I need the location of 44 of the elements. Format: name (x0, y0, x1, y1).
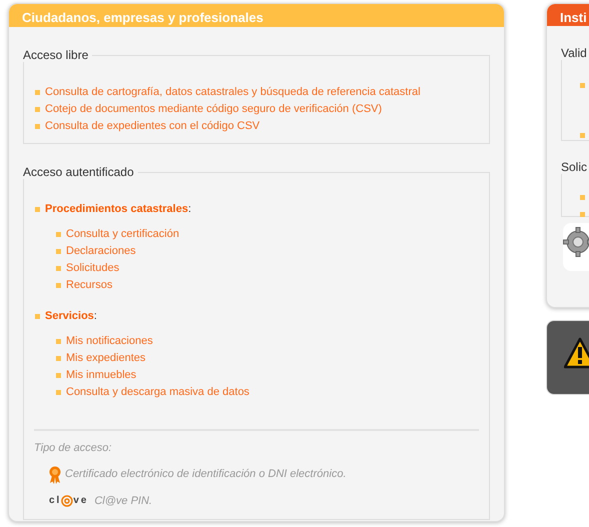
link[interactable]: Consulta y descarga masiva de datos (66, 384, 250, 401)
link[interactable]: Mis inmuebles (66, 367, 136, 384)
bullet-icon (580, 132, 585, 138)
link[interactable]: Consulta y certificación (66, 226, 180, 243)
bullet-icon (580, 212, 585, 216)
link[interactable]: Consulta de cartografía, datos catastrales y búsqueda de referencia catastral (45, 84, 420, 100)
link[interactable]: Recursos (66, 277, 112, 294)
link[interactable]: Cotejo de documentos mediante código seguro de verificación (CSV) (45, 100, 382, 118)
group-link[interactable]: Servicios (45, 308, 94, 325)
clave-logo: cl ve (49, 494, 88, 508)
link[interactable]: Declaraciones (66, 243, 136, 260)
ribbon-award-icon (49, 466, 61, 484)
access-type-text: Cl@ve PIN. (94, 494, 152, 508)
access-type-text: Certificado electrónico de identificación o DNI electrónico. (65, 467, 346, 482)
bullet-icon (35, 207, 40, 212)
bullet-icon (35, 314, 40, 319)
panel-title: Ciudadanos, empresas y profesionales (9, 4, 504, 27)
bullet-icon (56, 266, 61, 271)
link[interactable]: Mis notificaciones (66, 333, 153, 350)
section-legend: Acceso libre (23, 48, 92, 62)
bullet-icon (56, 283, 61, 288)
bullet-icon (56, 232, 61, 237)
warning-icon (564, 337, 589, 369)
section-legend: Solic (561, 160, 589, 174)
bullet-icon (56, 339, 61, 344)
link[interactable]: Mis expedientes (66, 350, 146, 367)
panel-title: Insti (547, 4, 589, 26)
bullet-icon (56, 390, 61, 395)
link[interactable]: Consulta de expedientes con el código CSV (45, 118, 260, 134)
bullet-icon (56, 373, 61, 378)
group-link[interactable]: Procedimientos catastrales (45, 201, 188, 218)
section-legend: Acceso autentificado (23, 164, 138, 178)
bullet-icon (580, 82, 585, 88)
section-legend: Valid (561, 46, 589, 60)
access-type-label: Tipo de acceso: (34, 441, 113, 456)
bullet-icon (56, 249, 61, 254)
bullet-icon (580, 194, 585, 200)
bullet-icon (35, 90, 40, 94)
bullet-icon (56, 356, 61, 361)
colon-text: : (94, 309, 97, 324)
link[interactable]: Solicitudes (66, 260, 120, 277)
bullet-icon (35, 124, 40, 128)
bullet-icon (35, 106, 40, 112)
colon-text: : (188, 202, 192, 217)
